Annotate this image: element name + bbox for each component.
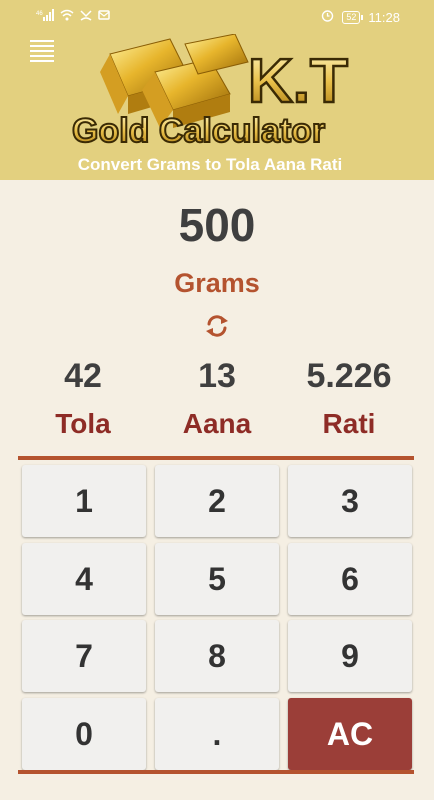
status-right: 52 11:28 xyxy=(321,9,400,25)
key-5[interactable]: 5 xyxy=(155,543,279,615)
rati-value: 5.226 xyxy=(306,357,392,395)
rati-label: Rati xyxy=(322,408,376,439)
key-decimal[interactable]: . xyxy=(155,698,279,770)
aana-result: 13 Aana xyxy=(145,356,289,442)
status-time: 11:28 xyxy=(368,9,400,25)
status-bar: 46 52 11:28 xyxy=(0,0,434,32)
grams-label: Grams xyxy=(174,268,260,298)
tola-result: 42 Tola xyxy=(11,356,155,442)
keypad-bottom-divider xyxy=(18,770,414,774)
rati-result: 5.226 Rati xyxy=(277,356,421,442)
tola-label: Tola xyxy=(55,408,111,439)
svg-text:Gold Calculator: Gold Calculator xyxy=(72,112,325,150)
aana-value: 13 xyxy=(198,357,236,395)
swap-icon[interactable] xyxy=(203,312,231,340)
key-3[interactable]: 3 xyxy=(288,465,412,537)
message-icon xyxy=(98,9,110,24)
key-2[interactable]: 2 xyxy=(155,465,279,537)
alarm-icon xyxy=(321,9,334,25)
key-9[interactable]: 9 xyxy=(288,620,412,692)
key-0[interactable]: 0 xyxy=(22,698,146,770)
key-8[interactable]: 8 xyxy=(155,620,279,692)
tola-value: 42 xyxy=(64,357,102,395)
menu-icon[interactable] xyxy=(30,40,54,64)
battery-icon: 52 xyxy=(342,10,364,24)
svg-text:K.T: K.T xyxy=(248,47,348,116)
aana-label: Aana xyxy=(182,408,252,439)
keypad-top-divider xyxy=(18,456,414,460)
grams-value: 500 xyxy=(178,199,256,251)
clear-button[interactable]: AC xyxy=(288,698,412,770)
svg-text:46: 46 xyxy=(36,11,43,17)
app-subtitle: Convert Grams to Tola Aana Rati xyxy=(77,155,343,174)
app-header: 46 52 11:28 K.T Gold Calculator Convert … xyxy=(0,0,434,180)
status-left: 46 xyxy=(36,9,110,24)
key-1[interactable]: 1 xyxy=(22,465,146,537)
wifi-icon xyxy=(60,9,74,24)
key-4[interactable]: 4 xyxy=(22,543,146,615)
missed-call-icon xyxy=(80,9,92,24)
app-logo: K.T Gold Calculator xyxy=(71,34,349,151)
key-6[interactable]: 6 xyxy=(288,543,412,615)
key-7[interactable]: 7 xyxy=(22,620,146,692)
signal-icon: 46 xyxy=(36,9,54,24)
